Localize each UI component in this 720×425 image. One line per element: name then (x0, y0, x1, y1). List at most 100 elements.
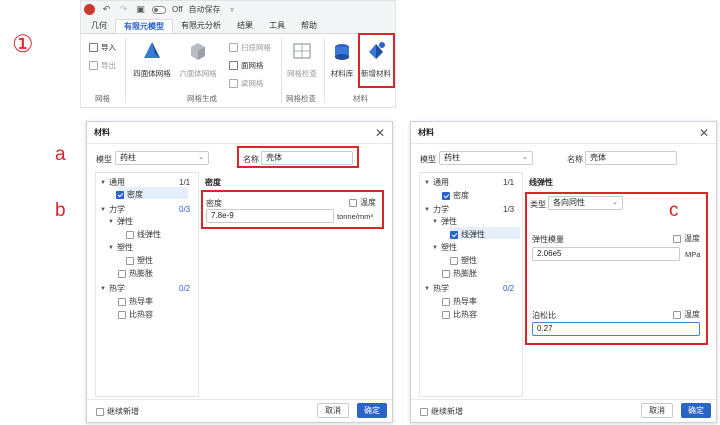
linear-elastic-checkbox[interactable] (126, 230, 134, 239)
annotation-step-1: ① (12, 31, 34, 58)
tree-node-conductivity[interactable]: 热导率 (118, 296, 153, 307)
mesh-check-button[interactable]: 网格检查 (285, 40, 319, 79)
tree-node-thermal[interactable]: ▼ 热学 (100, 283, 125, 294)
thermal-expansion-checkbox[interactable] (442, 269, 450, 278)
density-checkbox[interactable] (442, 191, 450, 200)
tree-node-specific-heat[interactable]: 比热容 (442, 309, 477, 320)
sweep-mesh-icon (229, 43, 238, 52)
tree-node-mechanics-label: 力学 (433, 205, 449, 214)
general-count: 1/1 (179, 178, 191, 187)
tree-node-linear-elastic[interactable]: 线弹性 (126, 229, 161, 240)
density-checkbox[interactable] (116, 190, 124, 199)
footer-divider (411, 399, 716, 400)
material-library-label: 材料库 (330, 69, 354, 78)
tree-node-elasticity[interactable]: ▼ 弹性 (432, 216, 457, 227)
customize-icon[interactable]: ▿ (227, 4, 238, 15)
thermal-expansion-checkbox[interactable] (118, 269, 126, 278)
tab-geometry[interactable]: 几何 (83, 19, 115, 33)
tree-node-density-label: 密度 (453, 191, 469, 200)
surface-mesh-label: 面网格 (241, 61, 264, 70)
close-icon[interactable]: ✕ (699, 126, 709, 140)
tab-help[interactable]: 帮助 (293, 19, 325, 33)
continue-add-checkbox[interactable] (96, 407, 104, 416)
mesh-check-icon (293, 43, 311, 59)
tree-node-plastic[interactable]: 塑性 (450, 255, 477, 266)
name-input[interactable]: 壳体 (585, 151, 677, 165)
tree-node-thermal-expansion[interactable]: 热膨胀 (118, 268, 153, 279)
dialog-title: 材料 (411, 122, 716, 144)
continue-add-checkbox[interactable] (420, 407, 428, 416)
specific-heat-checkbox[interactable] (118, 310, 126, 319)
import-label: 导入 (101, 43, 116, 52)
tree-node-specific-heat-label: 比热容 (453, 310, 477, 319)
autosave-toggle[interactable] (152, 5, 166, 14)
autosave-label: 自动保存 (188, 5, 221, 14)
close-icon[interactable]: ✕ (375, 126, 385, 140)
tree-node-density[interactable]: 密度 (442, 190, 469, 201)
continue-add-option[interactable]: 继续新增 (96, 406, 139, 417)
export-icon (89, 61, 98, 70)
export-label: 导出 (101, 61, 116, 70)
conductivity-checkbox[interactable] (118, 297, 126, 306)
continue-add-option[interactable]: 继续新增 (420, 406, 463, 417)
tree-node-density[interactable]: 密度 (116, 189, 143, 200)
material-library-button[interactable]: 材料库 (327, 40, 357, 79)
tree-node-mechanics[interactable]: ▼ 力学 (100, 204, 125, 215)
tree-node-conductivity-label: 热导率 (453, 297, 477, 306)
ok-button[interactable]: 确定 (681, 403, 711, 418)
tree-node-linear-elastic-label: 线弹性 (137, 230, 161, 239)
specific-heat-checkbox[interactable] (442, 310, 450, 319)
tab-fe-analysis[interactable]: 有限元分析 (173, 19, 229, 33)
cancel-button[interactable]: 取消 (641, 403, 673, 418)
tree-node-plasticity[interactable]: ▼ 塑性 (108, 242, 133, 253)
plastic-checkbox[interactable] (450, 256, 458, 265)
model-select[interactable]: 药柱 ⌄ (115, 151, 209, 165)
cancel-button[interactable]: 取消 (317, 403, 349, 418)
tree-node-linear-elastic[interactable]: 线弹性 (450, 229, 485, 240)
plastic-checkbox[interactable] (126, 256, 134, 265)
tree-node-plastic[interactable]: 塑性 (126, 255, 153, 266)
quick-access-bar: ↶ ↷ ▣ Off 自动保存 ▿ (81, 1, 395, 18)
redo-icon[interactable]: ↷ (118, 4, 129, 15)
beam-mesh-button[interactable]: 梁网格 (229, 78, 264, 89)
tree-node-plasticity[interactable]: ▼ 塑性 (432, 242, 457, 253)
tet-mesh-button[interactable]: 四面体网格 (131, 40, 173, 79)
model-select[interactable]: 药柱 ⌄ (439, 151, 533, 165)
tree-node-general[interactable]: ▼ 通用 (100, 177, 125, 188)
tree-node-mechanics[interactable]: ▼ 力学 (424, 204, 449, 215)
tab-tools[interactable]: 工具 (261, 19, 293, 33)
tree-node-elasticity[interactable]: ▼ 弹性 (108, 216, 133, 227)
section-title: 密度 (205, 178, 221, 187)
thermal-count: 0/2 (503, 284, 515, 293)
sweep-mesh-button[interactable]: 扫掠网格 (229, 42, 271, 53)
ribbon-groups: 导入 导出 网格 四面体网格 六面体网格 扫掠网格 面网格 梁网格 网格生成 网… (81, 33, 395, 107)
tree-node-thermal-expansion[interactable]: 热膨胀 (442, 268, 477, 279)
tree-node-thermal[interactable]: ▼ 热学 (424, 283, 449, 294)
thermal-count: 0/2 (179, 284, 191, 293)
property-tree: ▼ 通用 1/1 密度 ▼ 力学 0/3 ▼ 弹性 线弹性 ▼ 塑性 塑性 热膨胀 ▼ 热… (95, 172, 199, 397)
tab-results[interactable]: 结果 (229, 19, 261, 33)
group-divider (125, 38, 126, 103)
beam-mesh-icon (229, 79, 238, 88)
tab-fe-model[interactable]: 有限元模型 (115, 19, 173, 33)
tree-node-general[interactable]: ▼ 通用 (424, 177, 449, 188)
dialog-title: 材料 (87, 122, 392, 144)
linear-elastic-checkbox[interactable] (450, 230, 458, 239)
tree-node-thermal-label: 热学 (109, 284, 125, 293)
group-label-mesh-gen: 网格生成 (187, 94, 217, 103)
surface-mesh-button[interactable]: 面网格 (229, 60, 264, 71)
autosave-toggle-state: Off (172, 5, 183, 14)
ok-button[interactable]: 确定 (357, 403, 387, 418)
tree-node-specific-heat[interactable]: 比热容 (118, 309, 153, 320)
mechanics-count: 1/3 (503, 205, 515, 214)
save-icon[interactable]: ▣ (135, 4, 146, 15)
material-dialog-density: 材料 ✕ 模型 药柱 ⌄ 名称 壳体 ▼ 通用 1/1 密度 ▼ 力学 0/3 ▼ 弹… (86, 121, 393, 423)
conductivity-checkbox[interactable] (442, 297, 450, 306)
import-button[interactable]: 导入 (89, 42, 116, 53)
hex-mesh-button[interactable]: 六面体网格 (177, 40, 219, 79)
export-button[interactable]: 导出 (89, 60, 116, 71)
model-label: 模型 (96, 155, 112, 164)
mesh-check-label: 网格检查 (287, 69, 317, 78)
undo-icon[interactable]: ↶ (101, 4, 112, 15)
tree-node-conductivity[interactable]: 热导率 (442, 296, 477, 307)
